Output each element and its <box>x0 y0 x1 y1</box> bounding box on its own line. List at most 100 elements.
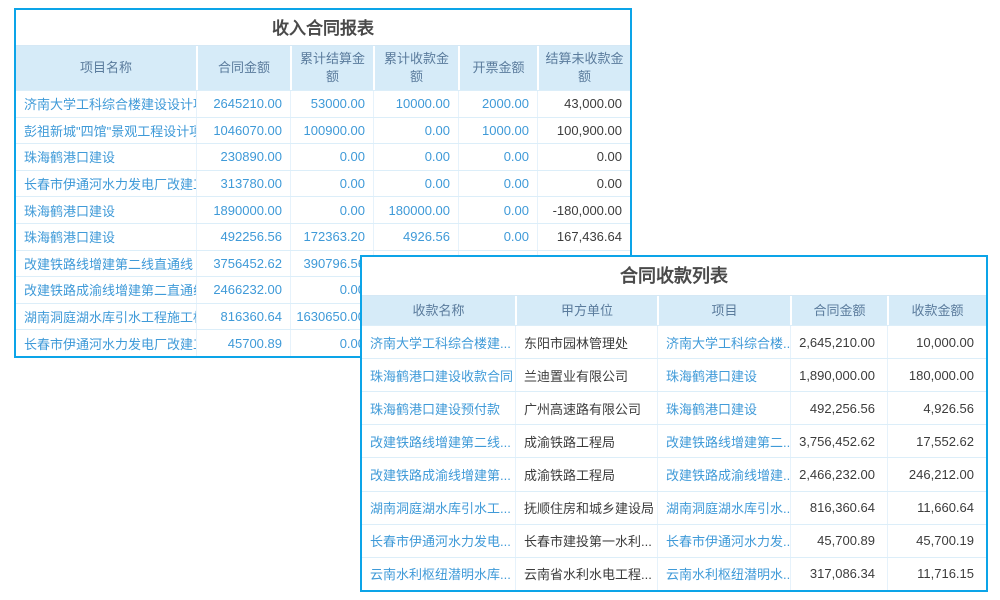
project-link[interactable]: 珠海鹤港口建设 <box>657 359 790 391</box>
project-link[interactable]: 湖南洞庭湖水库引水... <box>657 492 790 524</box>
received-amount-cell: 4,926.56 <box>887 392 986 424</box>
received-amount-cell: 180000.00 <box>373 197 458 223</box>
contract-amount-cell: 492256.56 <box>196 224 290 250</box>
payment-name-link[interactable]: 济南大学工科综合楼建... <box>362 326 515 358</box>
unreceived-amount-cell: 0.00 <box>537 144 630 170</box>
received-amount-cell: 246,212.00 <box>887 458 986 490</box>
table-row: 改建铁路成渝线增建第... 成渝铁路工程局 改建铁路成渝线增建... 2,466… <box>362 457 986 490</box>
table-row: 湖南洞庭湖水库引水工... 抚顺住房和城乡建设局 湖南洞庭湖水库引水... 81… <box>362 491 986 524</box>
contract-amount-cell: 3756452.62 <box>196 251 290 277</box>
table-row: 云南水利枢纽潜明水库... 云南省水利水电工程... 云南水利枢纽潜明水... … <box>362 557 986 590</box>
unreceived-amount-cell: 0.00 <box>537 171 630 197</box>
received-amount-cell: 0.00 <box>373 144 458 170</box>
settled-amount-cell: 0.00 <box>290 171 373 197</box>
party-a-unit-cell: 成渝铁路工程局 <box>515 458 657 490</box>
contract-amount-cell: 2,466,232.00 <box>790 458 887 490</box>
party-a-unit-cell: 兰迪置业有限公司 <box>515 359 657 391</box>
settled-amount-cell: 0.00 <box>290 197 373 223</box>
contract-amount-cell: 2466232.00 <box>196 277 290 303</box>
column-header-payment-name: 收款名称 <box>362 296 515 325</box>
contract-amount-cell: 317,086.34 <box>790 558 887 590</box>
column-header-received-amount: 累计收款金额 <box>373 46 458 90</box>
invoiced-amount-cell: 0.00 <box>458 144 537 170</box>
project-name-link[interactable]: 长春市伊通河水力发电厂改建工程 <box>16 330 196 356</box>
project-link[interactable]: 长春市伊通河水力发... <box>657 525 790 557</box>
contract-amount-cell: 230890.00 <box>196 144 290 170</box>
payment-list-body: 济南大学工科综合楼建... 东阳市园林管理处 济南大学工科综合楼... 2,64… <box>362 325 986 590</box>
party-a-unit-cell: 成渝铁路工程局 <box>515 425 657 457</box>
payment-list-header-row: 收款名称 甲方单位 项目 合同金额 收款金额 <box>362 295 986 325</box>
project-name-link[interactable]: 珠海鹤港口建设 <box>16 224 196 250</box>
contract-amount-cell: 492,256.56 <box>790 392 887 424</box>
contract-amount-cell: 1,890,000.00 <box>790 359 887 391</box>
unreceived-amount-cell: 43,000.00 <box>537 91 630 117</box>
invoiced-amount-cell: 0.00 <box>458 171 537 197</box>
project-name-link[interactable]: 彭祖新城"四馆"景观工程设计项目 <box>16 118 196 144</box>
table-row: 珠海鹤港口建设 492256.56 172363.20 4926.56 0.00… <box>16 223 630 250</box>
table-row: 改建铁路线增建第二线... 成渝铁路工程局 改建铁路线增建第二... 3,756… <box>362 424 986 457</box>
contract-amount-cell: 2,645,210.00 <box>790 326 887 358</box>
contract-amount-cell: 816,360.64 <box>790 492 887 524</box>
column-header-project-name: 项目名称 <box>16 46 196 90</box>
table-row: 长春市伊通河水力发电厂改建工程 313780.00 0.00 0.00 0.00… <box>16 170 630 197</box>
project-link[interactable]: 改建铁路线增建第二... <box>657 425 790 457</box>
payment-name-link[interactable]: 改建铁路成渝线增建第... <box>362 458 515 490</box>
payment-name-link[interactable]: 珠海鹤港口建设收款合同 <box>362 359 515 391</box>
contract-amount-cell: 45,700.89 <box>790 525 887 557</box>
project-name-link[interactable]: 长春市伊通河水力发电厂改建工程 <box>16 171 196 197</box>
project-link[interactable]: 济南大学工科综合楼... <box>657 326 790 358</box>
column-header-settled-amount: 累计结算金额 <box>290 46 373 90</box>
project-link[interactable]: 云南水利枢纽潜明水... <box>657 558 790 590</box>
column-header-received-amount: 收款金额 <box>887 296 986 325</box>
payment-name-link[interactable]: 湖南洞庭湖水库引水工... <box>362 492 515 524</box>
settled-amount-cell: 53000.00 <box>290 91 373 117</box>
received-amount-cell: 10000.00 <box>373 91 458 117</box>
payment-list-title: 合同收款列表 <box>362 257 986 292</box>
contract-amount-cell: 3,756,452.62 <box>790 425 887 457</box>
project-link[interactable]: 改建铁路成渝线增建... <box>657 458 790 490</box>
unreceived-amount-cell: 100,900.00 <box>537 118 630 144</box>
project-name-link[interactable]: 改建铁路线增建第二线直通线 <box>16 251 196 277</box>
invoiced-amount-cell: 0.00 <box>458 197 537 223</box>
table-row: 珠海鹤港口建设 230890.00 0.00 0.00 0.00 0.00 <box>16 143 630 170</box>
settled-amount-cell: 172363.20 <box>290 224 373 250</box>
column-header-unreceived-amount: 结算未收款金额 <box>537 46 630 90</box>
column-header-invoiced-amount: 开票金额 <box>458 46 537 90</box>
contract-amount-cell: 816360.64 <box>196 304 290 330</box>
income-report-header-row: 项目名称 合同金额 累计结算金额 累计收款金额 开票金额 结算未收款金额 <box>16 45 630 90</box>
table-row: 长春市伊通河水力发电... 长春市建投第一水利... 长春市伊通河水力发... … <box>362 524 986 557</box>
contract-amount-cell: 1890000.00 <box>196 197 290 223</box>
column-header-contract-amount: 合同金额 <box>790 296 887 325</box>
payment-name-link[interactable]: 改建铁路线增建第二线... <box>362 425 515 457</box>
settled-amount-cell: 100900.00 <box>290 118 373 144</box>
table-row: 彭祖新城"四馆"景观工程设计项目 1046070.00 100900.00 0.… <box>16 117 630 144</box>
column-header-project: 项目 <box>657 296 790 325</box>
project-name-link[interactable]: 湖南洞庭湖水库引水工程施工标段 <box>16 304 196 330</box>
party-a-unit-cell: 东阳市园林管理处 <box>515 326 657 358</box>
received-amount-cell: 180,000.00 <box>887 359 986 391</box>
project-link[interactable]: 珠海鹤港口建设 <box>657 392 790 424</box>
project-name-link[interactable]: 改建铁路成渝线增建第二直通线 <box>16 277 196 303</box>
project-name-link[interactable]: 济南大学工科综合楼建设设计项目 <box>16 91 196 117</box>
party-a-unit-cell: 长春市建投第一水利... <box>515 525 657 557</box>
contract-amount-cell: 2645210.00 <box>196 91 290 117</box>
payment-name-link[interactable]: 珠海鹤港口建设预付款 <box>362 392 515 424</box>
invoiced-amount-cell: 0.00 <box>458 224 537 250</box>
project-name-link[interactable]: 珠海鹤港口建设 <box>16 197 196 223</box>
payment-name-link[interactable]: 云南水利枢纽潜明水库... <box>362 558 515 590</box>
project-name-link[interactable]: 珠海鹤港口建设 <box>16 144 196 170</box>
received-amount-cell: 17,552.62 <box>887 425 986 457</box>
settled-amount-cell: 0.00 <box>290 144 373 170</box>
table-row: 珠海鹤港口建设收款合同 兰迪置业有限公司 珠海鹤港口建设 1,890,000.0… <box>362 358 986 391</box>
party-a-unit-cell: 抚顺住房和城乡建设局 <box>515 492 657 524</box>
column-header-party-a-unit: 甲方单位 <box>515 296 657 325</box>
received-amount-cell: 4926.56 <box>373 224 458 250</box>
contract-amount-cell: 45700.89 <box>196 330 290 356</box>
contract-payment-list-panel: 合同收款列表 收款名称 甲方单位 项目 合同金额 收款金额 济南大学工科综合楼建… <box>360 255 988 592</box>
table-row: 珠海鹤港口建设 1890000.00 0.00 180000.00 0.00 -… <box>16 196 630 223</box>
unreceived-amount-cell: 167,436.64 <box>537 224 630 250</box>
table-row: 济南大学工科综合楼建设设计项目 2645210.00 53000.00 1000… <box>16 90 630 117</box>
received-amount-cell: 0.00 <box>373 171 458 197</box>
party-a-unit-cell: 云南省水利水电工程... <box>515 558 657 590</box>
payment-name-link[interactable]: 长春市伊通河水力发电... <box>362 525 515 557</box>
